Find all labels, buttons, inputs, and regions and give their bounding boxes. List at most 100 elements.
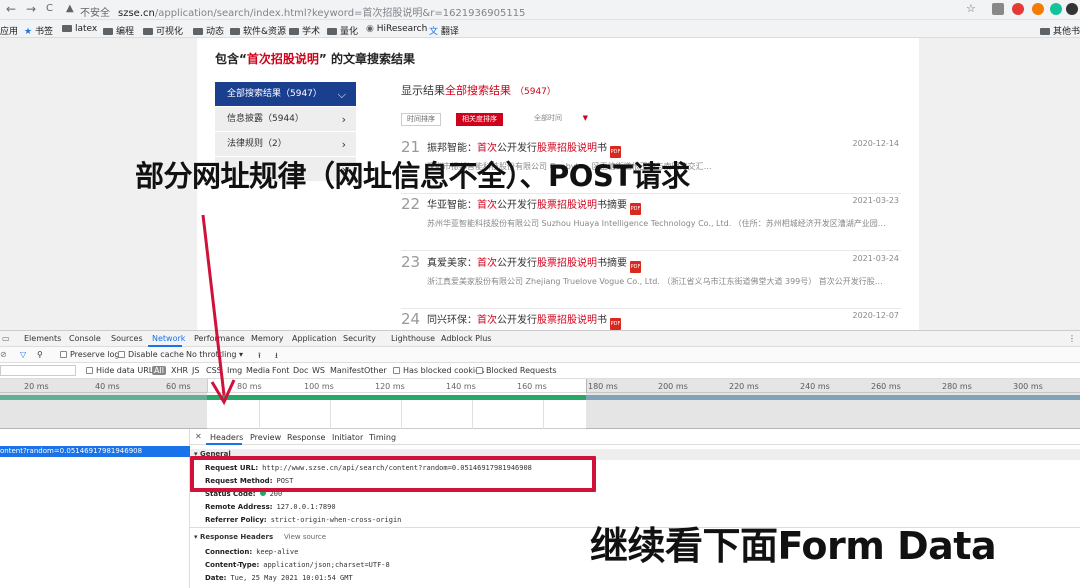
close-icon[interactable]: ✕ bbox=[195, 432, 202, 441]
blocked-cookies-checkbox[interactable]: Has blocked cookies bbox=[393, 366, 484, 375]
bookmark-folder[interactable]: 学术 bbox=[289, 24, 320, 37]
url-field[interactable]: szse.cn/application/search/index.html?ke… bbox=[118, 4, 525, 19]
timeline-tick: 140 ms bbox=[446, 382, 476, 391]
filter-icon[interactable]: ▽ bbox=[20, 350, 26, 359]
title-keyword: 首次 bbox=[477, 258, 497, 269]
bookmark-apps[interactable]: 应用 bbox=[0, 24, 18, 37]
pdf-icon[interactable]: PDF bbox=[630, 261, 641, 273]
bookmark-folder[interactable]: 量化 bbox=[327, 24, 358, 37]
checkbox-box bbox=[118, 351, 125, 358]
star-icon[interactable]: ☆ bbox=[966, 2, 976, 15]
tab-timing[interactable]: Timing bbox=[369, 433, 396, 442]
bookmark-folder[interactable]: latex bbox=[62, 24, 97, 34]
extension-rss-icon[interactable] bbox=[1032, 3, 1044, 15]
bookmark-hiresearch[interactable]: ◉ HiResearch bbox=[366, 24, 427, 34]
time-range-select[interactable]: 全部时间 ▼ bbox=[522, 113, 592, 126]
filter-doc[interactable]: Doc bbox=[293, 366, 308, 375]
import-har-icon[interactable]: ⭱ bbox=[258, 350, 261, 364]
pdf-icon[interactable]: PDF bbox=[630, 203, 641, 215]
bookmark-folder[interactable]: 动态 bbox=[193, 24, 224, 37]
response-headers-section-header[interactable]: ▾ Response Headers bbox=[194, 533, 273, 541]
bookmark-translate[interactable]: 文 翻译 bbox=[429, 24, 459, 37]
reload-icon[interactable]: C bbox=[46, 3, 53, 14]
bookmark-star[interactable]: ★ 书签 bbox=[24, 24, 53, 37]
time-range-value: 全部时间 bbox=[534, 114, 562, 122]
title-keyword: 招股说明 bbox=[557, 258, 597, 269]
filter-font[interactable]: Font bbox=[272, 366, 289, 375]
tab-adblock-plus[interactable]: Adblock Plus bbox=[441, 334, 491, 343]
tab-sources[interactable]: Sources bbox=[111, 334, 143, 343]
back-icon[interactable]: ← bbox=[6, 2, 16, 16]
folder-icon bbox=[230, 28, 240, 35]
header-key: Content-Type: bbox=[205, 561, 260, 569]
filter-manifest[interactable]: Manifest bbox=[330, 366, 364, 375]
tab-preview[interactable]: Preview bbox=[250, 433, 281, 442]
bookmark-label: 编程 bbox=[116, 27, 135, 37]
header-value: 127.0.0.1:7890 bbox=[276, 503, 336, 511]
tab-headers[interactable]: Headers bbox=[210, 433, 243, 442]
preserve-log-checkbox[interactable]: Preserve log bbox=[60, 350, 120, 359]
clear-icon[interactable]: ⊘ bbox=[0, 350, 7, 359]
filter-all[interactable]: All bbox=[152, 366, 166, 375]
folder-icon bbox=[327, 28, 337, 35]
bookmark-label: HiResearch bbox=[376, 24, 428, 34]
warning-triangle-icon: ▲ bbox=[66, 3, 74, 14]
title-text: 书 bbox=[597, 315, 607, 326]
results-count: （5947） bbox=[515, 87, 556, 97]
bookmark-folder[interactable]: 可视化 bbox=[143, 24, 183, 37]
filter-xhr[interactable]: XHR bbox=[171, 366, 188, 375]
extension-abp-icon[interactable] bbox=[1012, 3, 1024, 15]
search-icon[interactable]: ⚲ bbox=[37, 350, 43, 359]
checkbox-label: Preserve log bbox=[70, 350, 120, 359]
result-title-link[interactable]: 华亚智能：首次公开发行股票招股说明书摘要 PDF bbox=[427, 196, 641, 215]
result-title-link[interactable]: 真爱美家：首次公开发行股票招股说明书摘要 PDF bbox=[427, 254, 641, 273]
inspect-icon[interactable]: ▭ bbox=[2, 334, 10, 343]
annotation-arrow bbox=[201, 214, 236, 406]
result-title-link[interactable]: 同兴环保：首次公开发行股票招股说明书 PDF bbox=[427, 311, 621, 330]
title-keyword: 首次 bbox=[477, 315, 497, 326]
view-source-link[interactable]: View source bbox=[284, 533, 326, 541]
request-row-selected[interactable]: ontent?random=0.05146917981946908 bbox=[0, 446, 190, 457]
tab-application[interactable]: Application bbox=[292, 334, 337, 343]
sidebar-item-disclosure[interactable]: 信息披露（5944） › bbox=[215, 107, 356, 132]
bookmark-label: 应用 bbox=[0, 27, 19, 37]
result-date: 2021-03-24 bbox=[852, 254, 900, 263]
company-name: 同兴环保： bbox=[427, 315, 477, 326]
tab-network[interactable]: Network bbox=[152, 334, 185, 343]
blocked-requests-checkbox[interactable]: Blocked Requests bbox=[476, 366, 557, 375]
bookmark-other[interactable]: 其他书签 bbox=[1040, 24, 1080, 37]
forward-icon[interactable]: → bbox=[26, 2, 36, 16]
pdf-icon[interactable]: PDF bbox=[610, 318, 621, 330]
document-icon[interactable] bbox=[992, 3, 1004, 15]
search-heading: 包含“首次招股说明” 的文章搜索结果 bbox=[215, 50, 415, 67]
sidebar-item-all[interactable]: 全部搜索结果（5947） ⌵ bbox=[215, 82, 356, 107]
tab-elements[interactable]: Elements bbox=[24, 334, 61, 343]
tab-security[interactable]: Security bbox=[343, 334, 376, 343]
bookmark-folder[interactable]: 软件&资源 bbox=[230, 24, 286, 37]
filter-ws[interactable]: WS bbox=[312, 366, 325, 375]
tab-console[interactable]: Console bbox=[69, 334, 101, 343]
tab-lighthouse[interactable]: Lighthouse bbox=[391, 334, 435, 343]
sort-by-relevance-button[interactable]: 相关度排序 bbox=[456, 113, 503, 126]
checkbox-label: Has blocked cookies bbox=[403, 366, 485, 375]
sort-by-time-button[interactable]: 时间排序 bbox=[401, 113, 441, 126]
bookmark-label: 其他书签 bbox=[1053, 27, 1080, 37]
security-label[interactable]: 不安全 bbox=[80, 4, 110, 19]
checkbox-label: Hide data URLs bbox=[96, 366, 158, 375]
result-date: 2020-12-07 bbox=[852, 311, 900, 320]
bookmark-folder[interactable]: 编程 bbox=[103, 24, 134, 37]
tab-memory[interactable]: Memory bbox=[251, 334, 284, 343]
result-summary: 苏州华亚智能科技股份有限公司 Suzhou Huaya Intelligence… bbox=[427, 219, 886, 228]
extension-grammarly-icon[interactable] bbox=[1050, 3, 1062, 15]
settings-icon[interactable]: ⋮ bbox=[1068, 334, 1076, 343]
filter-input[interactable] bbox=[0, 365, 76, 376]
tab-initiator[interactable]: Initiator bbox=[332, 433, 363, 442]
filter-other[interactable]: Other bbox=[364, 366, 387, 375]
result-item: 22 华亚智能：首次公开发行股票招股说明书摘要 PDF 2021-03-23 苏州… bbox=[401, 193, 901, 251]
extension-avatar-icon[interactable] bbox=[1066, 3, 1078, 15]
hide-data-urls-checkbox[interactable]: Hide data URLs bbox=[86, 366, 157, 375]
tab-response[interactable]: Response bbox=[287, 433, 325, 442]
disable-cache-checkbox[interactable]: Disable cache bbox=[118, 350, 184, 359]
address-bar: ← → C ▲ 不安全 szse.cn/application/search/i… bbox=[0, 0, 1080, 20]
export-har-icon[interactable]: ⭳ bbox=[275, 350, 278, 364]
